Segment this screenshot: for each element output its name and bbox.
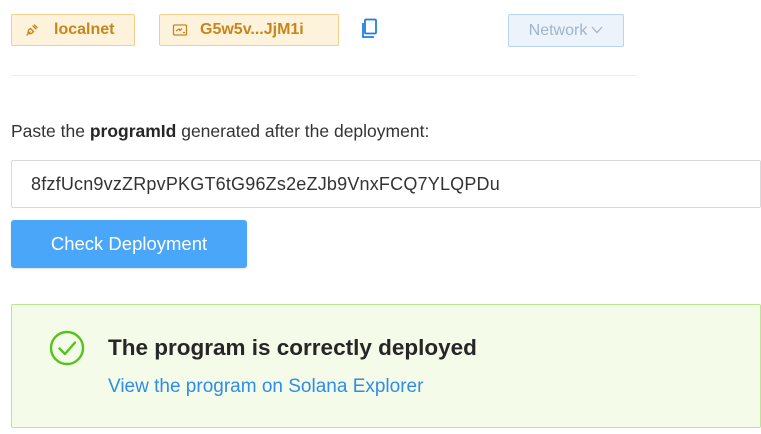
success-title: The program is correctly deployed — [108, 335, 477, 360]
solana-explorer-link[interactable]: View the program on Solana Explorer — [108, 376, 423, 398]
copy-icon[interactable] — [359, 17, 379, 41]
program-id-prompt: Paste the programId generated after the … — [11, 121, 429, 142]
prompt-prefix: Paste the — [11, 121, 90, 141]
wallet-chip: G5w5v...JjM1i — [159, 14, 339, 46]
plug-icon — [23, 21, 41, 39]
check-circle-icon — [48, 329, 86, 367]
chevron-down-icon — [591, 22, 603, 40]
check-deployment-button[interactable]: Check Deployment — [11, 220, 247, 268]
network-chip-label: localnet — [54, 21, 115, 38]
topbar: localnet G5w5v...JjM1i Network — [11, 14, 637, 47]
network-select-label: Network — [528, 21, 588, 39]
wallet-chip-label: G5w5v...JjM1i — [200, 21, 304, 38]
wallet-icon — [171, 21, 189, 39]
header-divider — [11, 75, 637, 76]
success-alert: The program is correctly deployed View t… — [11, 304, 761, 428]
network-select[interactable]: Network — [508, 14, 624, 47]
prompt-suffix: generated after the deployment: — [176, 121, 430, 141]
prompt-bold: programId — [89, 121, 177, 141]
program-id-input[interactable] — [11, 160, 761, 208]
network-chip: localnet — [11, 14, 135, 46]
